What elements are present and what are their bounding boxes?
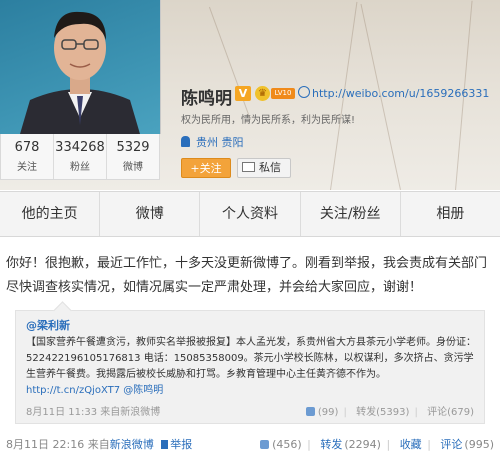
- separator: |: [386, 438, 391, 451]
- stat-label: 关注: [17, 162, 37, 173]
- profile-bio: 权为民所用，情为民所系，利为民所谋!: [181, 115, 356, 126]
- report-link[interactable]: 举报: [170, 438, 192, 451]
- comment-count[interactable]: (995): [464, 438, 494, 451]
- quoted-source[interactable]: 新浪微博: [120, 407, 160, 418]
- profile-name: 陈鸣明: [181, 89, 232, 109]
- profile-url-text[interactable]: http://weibo.com/u/1659266331: [312, 87, 489, 100]
- tab-album[interactable]: 相册: [401, 192, 500, 236]
- tab-follow-fans[interactable]: 关注/粉丝: [301, 192, 401, 236]
- post-source[interactable]: 新浪微博: [110, 438, 154, 451]
- separator: |: [427, 438, 431, 451]
- tab-weibo[interactable]: 微博: [100, 192, 201, 236]
- report-flag-icon: [161, 440, 169, 449]
- post-actions: (456) | 转发 (2294) | 收藏 | 评论 (995): [258, 436, 494, 452]
- link-icon: [298, 86, 310, 98]
- quoted-text: 【国家营养午餐遭贪污，教师实名举报被报复】本人孟光发，系贵州省大方县茶元小学老师…: [26, 337, 476, 380]
- quoted-meta: 8月11日 11:33 来自新浪微博: [26, 403, 160, 418]
- message-button[interactable]: 私信: [237, 158, 291, 178]
- stat-number: 678: [14, 140, 40, 155]
- stat-number: 334268: [55, 140, 105, 155]
- message-label: 私信: [259, 161, 281, 174]
- quoted-source-prefix: 来自: [100, 407, 121, 418]
- tab-profile-info[interactable]: 个人资料: [200, 192, 301, 236]
- profile-url[interactable]: http://weibo.com/u/1659266331: [298, 86, 489, 100]
- person-icon: [181, 136, 190, 147]
- quoted-time[interactable]: 8月11日 11:33: [26, 407, 97, 418]
- comment-button[interactable]: 评论: [440, 438, 462, 451]
- like-icon[interactable]: [260, 440, 270, 449]
- stat-label: 粉丝: [70, 162, 90, 173]
- verified-badge-icon[interactable]: V: [235, 86, 251, 101]
- profile-stats: 678 关注 334268 粉丝 5329 微博: [0, 134, 160, 180]
- separator: |: [414, 407, 418, 418]
- crown-icon[interactable]: ♛: [255, 86, 270, 101]
- quoted-author[interactable]: @梁利新: [26, 317, 70, 333]
- post-text: 你好！很抱歉，最近工作忙，十多天没更新微博了。刚看到举报，我会责成有关部门尽快调…: [6, 256, 488, 295]
- profile-location[interactable]: 贵州 贵阳: [181, 134, 244, 150]
- separator: |: [307, 438, 311, 451]
- post-source-prefix: 来自: [87, 438, 110, 451]
- stat-number: 5329: [116, 140, 150, 155]
- quoted-likes[interactable]: (99): [318, 407, 339, 418]
- quoted-short-link[interactable]: http://t.cn/zQjoXT7: [26, 385, 120, 396]
- stat-label: 微博: [123, 162, 143, 173]
- mail-icon: [242, 162, 255, 172]
- level-badge[interactable]: LV10: [271, 88, 295, 99]
- location-text[interactable]: 贵州 贵阳: [196, 136, 244, 149]
- stat-posts[interactable]: 5329 微博: [107, 134, 159, 179]
- separator: |: [343, 407, 347, 418]
- quoted-comment[interactable]: 评论(679): [427, 407, 474, 418]
- repost-count[interactable]: (2294): [344, 438, 381, 451]
- post-footer: 8月11日 22:16 来自新浪微博 举报 (456) | 转发 (2294) |…: [6, 436, 494, 452]
- quoted-mention[interactable]: @陈鸣明: [123, 385, 163, 396]
- quoted-text-block: 【国家营养午餐遭贪污，教师实名举报被报复】本人孟光发，系贵州省大方县茶元小学老师…: [26, 335, 476, 399]
- quoted-post: @梁利新 【国家营养午餐遭贪污，教师实名举报被报复】本人孟光发，系贵州省大方县茶…: [15, 301, 485, 424]
- quoted-actions: (99) | 转发(5393) | 评论(679): [304, 403, 474, 418]
- stat-following[interactable]: 678 关注: [1, 134, 54, 179]
- post-time[interactable]: 8月11日 22:16: [6, 438, 84, 451]
- post-likes[interactable]: (456): [272, 438, 302, 451]
- like-icon[interactable]: [305, 407, 315, 416]
- profile-tabs: 他的主页 微博 个人资料 关注/粉丝 相册: [0, 191, 500, 237]
- repost-button[interactable]: 转发: [320, 438, 342, 451]
- tab-home[interactable]: 他的主页: [0, 192, 101, 236]
- favorite-button[interactable]: 收藏: [400, 438, 422, 451]
- quoted-repost[interactable]: 转发(5393): [356, 407, 409, 418]
- avatar-photo: [20, 11, 140, 134]
- stat-followers[interactable]: 334268 粉丝: [54, 134, 107, 179]
- avatar[interactable]: [0, 0, 161, 134]
- follow-button[interactable]: +关注: [181, 158, 231, 178]
